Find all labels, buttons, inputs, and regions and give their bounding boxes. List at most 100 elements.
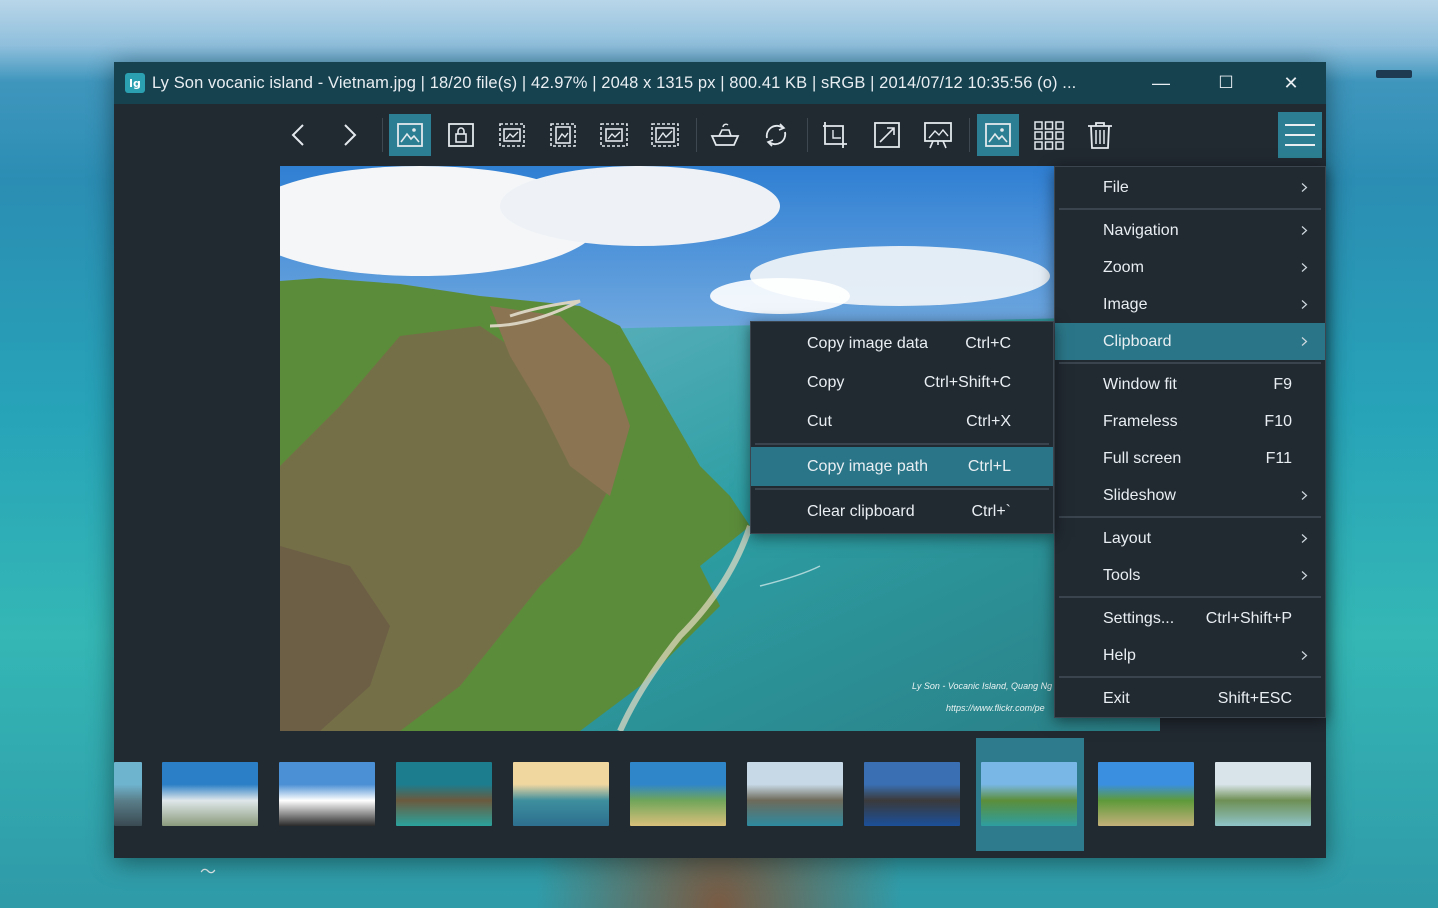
title-bar[interactable]: lg Ly Son vocanic island - Vietnam.jpg |… — [114, 62, 1326, 104]
menu-item-label: File — [1103, 178, 1129, 196]
crop-button[interactable] — [815, 114, 857, 156]
thumbnail[interactable] — [279, 762, 375, 826]
menu-item-frameless[interactable]: Frameless F10 — [1055, 403, 1325, 440]
menu-item-label: Copy image data — [807, 334, 928, 352]
boat-icon — [710, 123, 740, 146]
menu-item-help[interactable]: Help — [1055, 637, 1325, 674]
thumbnail[interactable] — [114, 762, 142, 826]
menu-item-slideshow[interactable]: Slideshow — [1055, 477, 1325, 514]
crop-icon — [823, 122, 847, 148]
menu-separator — [1059, 596, 1321, 598]
thumbnail[interactable] — [162, 762, 258, 826]
menu-item-settings[interactable]: Settings... Ctrl+Shift+P — [1055, 600, 1325, 637]
menu-item-label: Image — [1103, 295, 1148, 313]
image-frame-icon — [985, 123, 1011, 147]
previous-image-button[interactable] — [278, 114, 320, 156]
scale-fill-icon — [651, 123, 679, 147]
rotate-icon — [765, 123, 787, 147]
thumbnail[interactable] — [1215, 762, 1311, 826]
menu-item-label: Copy image path — [807, 457, 928, 475]
open-with-button[interactable] — [704, 114, 746, 156]
menu-item-cut[interactable]: Cut Ctrl+X — [751, 402, 1053, 441]
thumbnail[interactable] — [630, 762, 726, 826]
thumbnail[interactable] — [513, 762, 609, 826]
chevron-right-icon — [344, 124, 357, 146]
menu-item-full-screen[interactable]: Full screen F11 — [1055, 440, 1325, 477]
menu-item-exit[interactable]: Exit Shift+ESC — [1055, 680, 1325, 717]
menu-item-clear-clipboard[interactable]: Clear clipboard Ctrl+` — [751, 492, 1053, 531]
toggle-thumbnails-button[interactable] — [977, 114, 1019, 156]
lock-zoom-button[interactable] — [440, 114, 482, 156]
thumbnail[interactable] — [981, 762, 1077, 826]
menu-separator — [755, 443, 1049, 445]
menu-item-label: Slideshow — [1103, 486, 1176, 504]
menu-item-shortcut: F10 — [1264, 412, 1292, 430]
image-lock-icon — [448, 123, 474, 147]
thumbnail-bar — [114, 738, 1326, 852]
photo-credit-caption: Ly Son - Vocanic Island, Quang Ng — [912, 681, 1053, 691]
toolbar — [114, 104, 1326, 166]
presentation-icon — [924, 122, 952, 149]
menu-item-window-fit[interactable]: Window fit F9 — [1055, 366, 1325, 403]
scale-height-icon — [550, 123, 576, 147]
next-image-button[interactable] — [328, 114, 370, 156]
menu-separator — [1059, 516, 1321, 518]
menu-item-image[interactable]: Image — [1055, 286, 1325, 323]
menu-item-shortcut: Shift+ESC — [1217, 689, 1292, 707]
chevron-right-icon — [1300, 534, 1309, 543]
thumbnail[interactable] — [1098, 762, 1194, 826]
thumbnail[interactable] — [864, 762, 960, 826]
toolbar-separator — [969, 118, 970, 152]
seagull-silhouette: ～ — [200, 864, 217, 881]
menu-item-shortcut: Ctrl+X — [966, 412, 1011, 430]
menu-item-navigation[interactable]: Navigation — [1055, 212, 1325, 249]
gallery-button[interactable] — [1028, 114, 1070, 156]
rotate-button[interactable] — [755, 114, 797, 156]
scale-to-fill-button[interactable] — [644, 114, 686, 156]
menu-item-copy-image-data[interactable]: Copy image data Ctrl+C — [751, 324, 1053, 363]
chevron-right-icon — [1300, 337, 1309, 346]
chevron-right-icon — [1300, 571, 1309, 580]
menu-item-label: Window fit — [1103, 375, 1177, 393]
scale-to-height-button[interactable] — [542, 114, 584, 156]
fullscreen-button[interactable] — [866, 114, 908, 156]
scale-width-icon — [499, 123, 525, 147]
maximize-button[interactable]: ☐ — [1194, 62, 1258, 104]
menu-item-shortcut: Ctrl+Shift+C — [923, 373, 1011, 391]
menu-separator — [755, 488, 1049, 490]
menu-item-copy[interactable]: Copy Ctrl+Shift+C — [751, 363, 1053, 402]
menu-item-copy-image-path[interactable]: Copy image path Ctrl+L — [751, 447, 1053, 486]
scale-fit-icon — [600, 123, 628, 147]
chevron-right-icon — [1300, 491, 1309, 500]
scale-to-width-button[interactable] — [491, 114, 533, 156]
menu-item-tools[interactable]: Tools — [1055, 557, 1325, 594]
menu-item-label: Clear clipboard — [807, 502, 915, 520]
menu-item-shortcut: Ctrl+L — [967, 457, 1011, 475]
toolbar-separator — [807, 118, 808, 152]
menu-separator — [1059, 676, 1321, 678]
menu-item-label: Tools — [1103, 566, 1141, 584]
menu-item-label: Exit — [1103, 689, 1130, 707]
main-menu-button[interactable] — [1278, 112, 1322, 158]
clipboard-submenu: Copy image data Ctrl+C Copy Ctrl+Shift+C Cut… — [750, 321, 1054, 534]
close-button[interactable]: ✕ — [1259, 62, 1323, 104]
menu-item-file[interactable]: File — [1055, 169, 1325, 206]
menu-item-zoom[interactable]: Zoom — [1055, 249, 1325, 286]
window-title: Ly Son vocanic island - Vietnam.jpg | 18… — [152, 73, 1077, 92]
delete-button[interactable] — [1079, 114, 1121, 156]
menu-item-shortcut: F11 — [1265, 449, 1292, 467]
menu-item-shortcut: Ctrl+Shift+P — [1205, 609, 1292, 627]
scale-to-fit-button[interactable] — [593, 114, 635, 156]
menu-separator — [1059, 362, 1321, 364]
menu-item-label: Full screen — [1103, 449, 1182, 467]
auto-zoom-button[interactable] — [389, 114, 431, 156]
thumbnail[interactable] — [747, 762, 843, 826]
chevron-right-icon — [1300, 651, 1309, 660]
menu-item-clipboard[interactable]: Clipboard — [1055, 323, 1325, 360]
menu-item-layout[interactable]: Layout — [1055, 520, 1325, 557]
minimize-button[interactable]: — — [1129, 62, 1193, 104]
menu-item-label: Layout — [1103, 529, 1152, 547]
slideshow-button[interactable] — [917, 114, 959, 156]
app-logo-icon: lg — [125, 73, 145, 93]
thumbnail[interactable] — [396, 762, 492, 826]
